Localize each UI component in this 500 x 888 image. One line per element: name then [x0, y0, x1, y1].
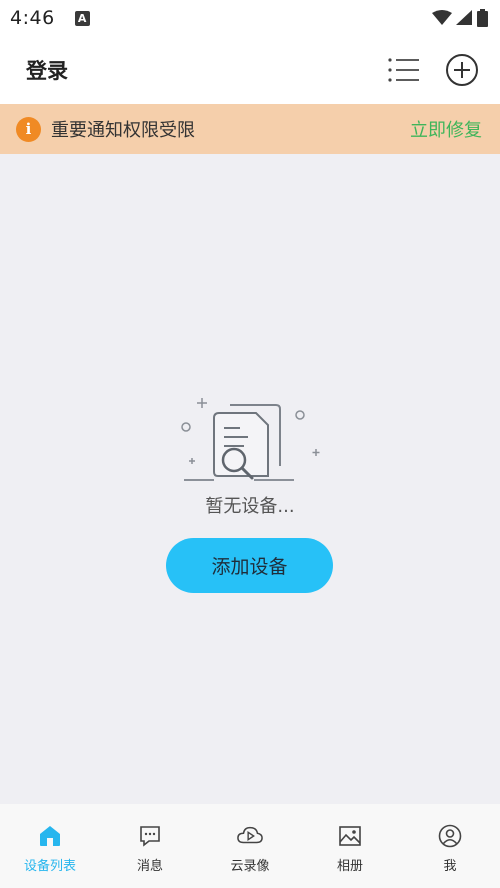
home-icon	[37, 823, 63, 849]
page-title[interactable]: 登录	[26, 55, 68, 85]
tab-device-list[interactable]: 设备列表	[0, 804, 100, 888]
tab-label: 消息	[136, 859, 163, 874]
user-icon	[437, 823, 463, 849]
status-icons	[432, 9, 488, 27]
tab-album[interactable]: 相册	[300, 804, 400, 888]
list-button[interactable]	[386, 52, 422, 88]
fix-now-link[interactable]: 立即修复	[410, 116, 482, 142]
tab-me[interactable]: 我	[400, 804, 500, 888]
wifi-icon	[432, 10, 452, 25]
battery-icon	[477, 9, 488, 27]
tab-label: 云录像	[230, 859, 270, 874]
a-letter-icon: A	[74, 10, 90, 26]
add-circle-icon	[446, 54, 478, 86]
tab-label: 相册	[336, 859, 363, 874]
tab-label: 我	[443, 859, 457, 874]
bottom-tab-bar: 设备列表 消息 云录像 相册 我	[0, 804, 500, 888]
tab-messages[interactable]: 消息	[100, 804, 200, 888]
cloud-video-icon	[237, 823, 263, 849]
empty-message: 暂无设备...	[205, 496, 295, 517]
status-time: 4:46	[10, 7, 55, 29]
album-icon	[337, 823, 363, 849]
list-icon	[388, 58, 419, 82]
tab-cloud-video[interactable]: 云录像	[200, 804, 300, 888]
info-icon: i	[16, 116, 41, 142]
app-header: 登录	[0, 36, 500, 104]
add-button[interactable]	[444, 52, 480, 88]
app-screen: 4:46 A 登录 i 重要通知权限受限 立即修复 暂无设备... 添加设备 设…	[0, 0, 500, 888]
device-list-empty-state: 暂无设备... 添加设备	[0, 154, 500, 804]
no-document-search-icon	[181, 398, 320, 481]
status-bar: 4:46 A	[0, 0, 500, 36]
tab-label: 设备列表	[23, 859, 76, 874]
add-device-button[interactable]: 添加设备	[166, 538, 333, 593]
permission-notice-bar: i 重要通知权限受限 立即修复	[0, 104, 500, 154]
message-icon	[137, 823, 163, 849]
notice-text: 重要通知权限受限	[51, 120, 195, 141]
header-actions	[386, 52, 480, 88]
signal-icon	[456, 10, 472, 25]
